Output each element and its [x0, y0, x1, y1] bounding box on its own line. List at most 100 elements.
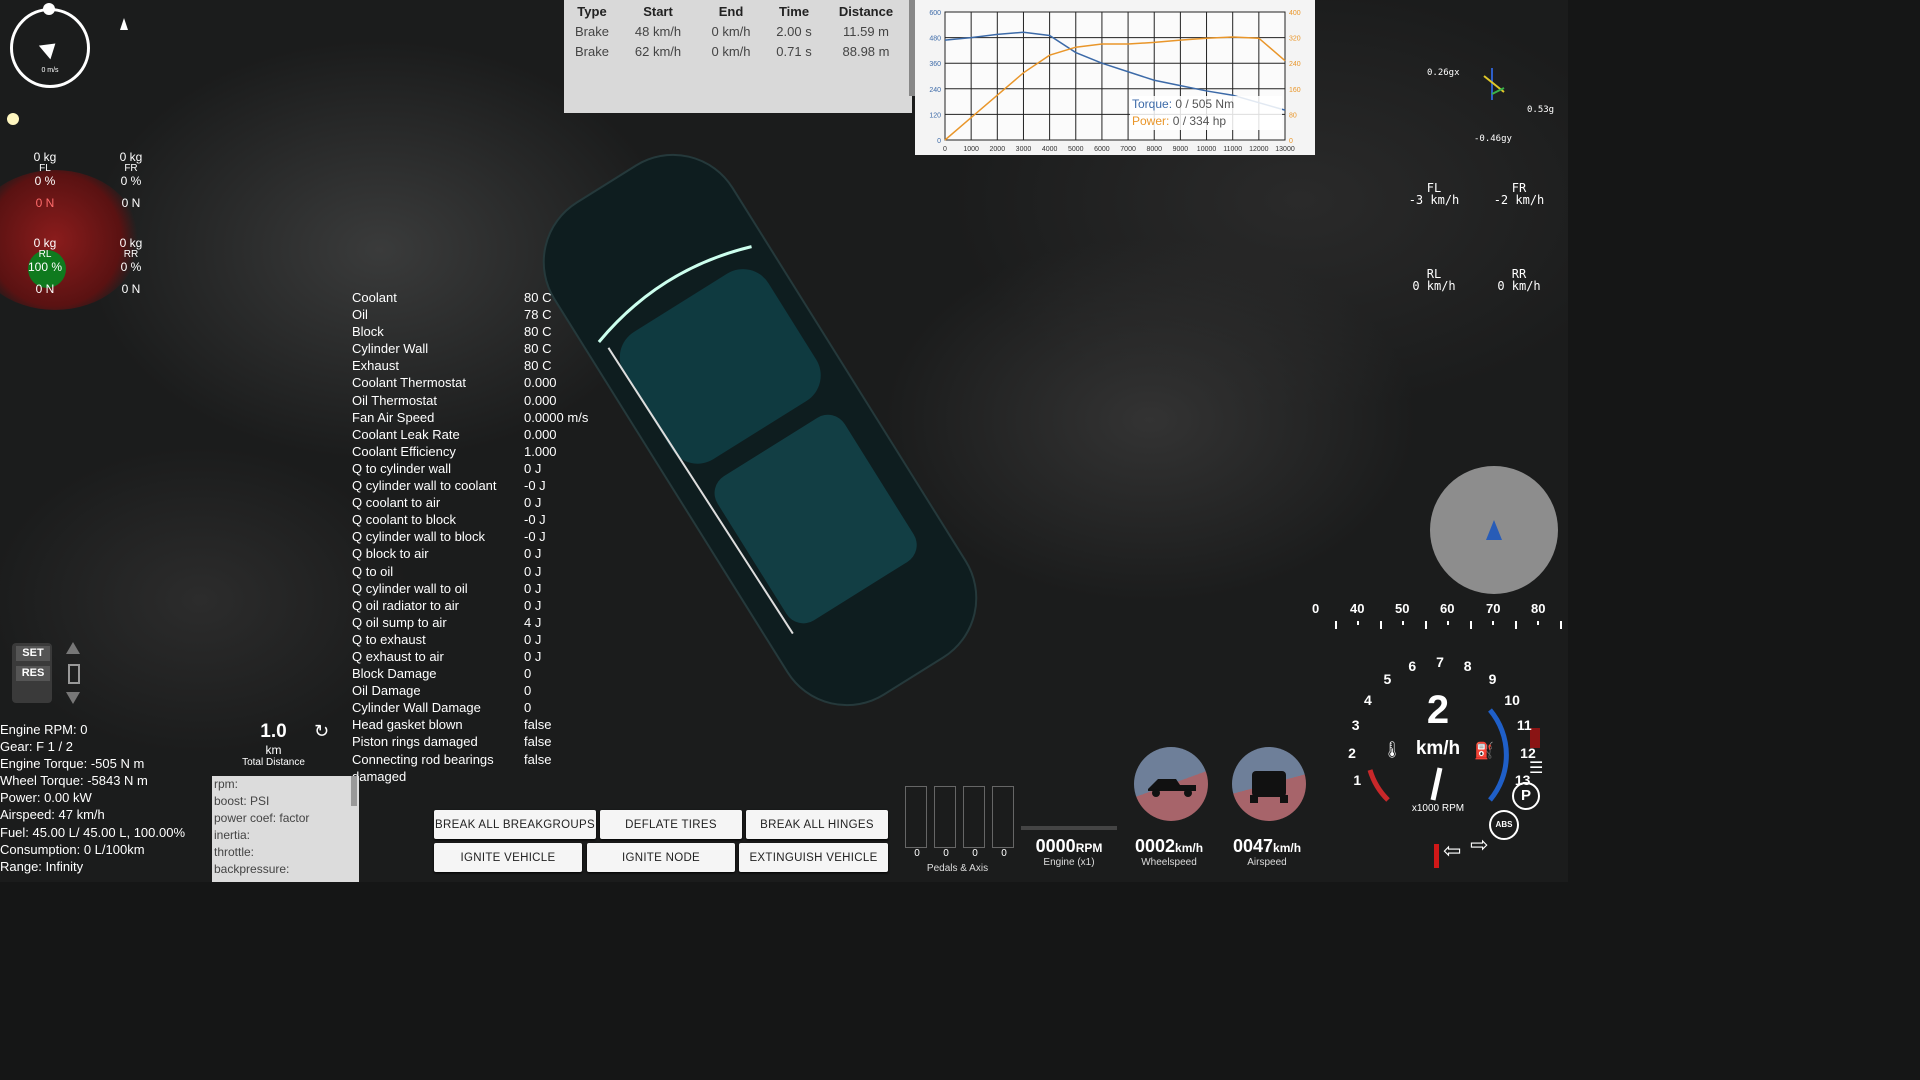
y-right-tick-label: 160 [1289, 87, 1301, 94]
compass-gauge: 0 m/s [10, 3, 90, 88]
stat-value: 80 C [524, 290, 552, 305]
ignite-node-button[interactable]: IGNITE NODE [587, 843, 735, 872]
x-tick-label: 5000 [1068, 146, 1084, 153]
pedal-value: 0 [943, 848, 949, 859]
cruise-set-button[interactable]: SET [16, 646, 50, 661]
deflate-tires-button[interactable]: DEFLATE TIRES [600, 810, 742, 839]
speed-strip-label: 60 [1440, 601, 1455, 616]
warning-bar [1434, 844, 1439, 868]
wheel-rl: 0 kg RL 100 % 0 N [0, 236, 93, 296]
minimap[interactable] [1430, 466, 1558, 594]
extinguish-vehicle-button[interactable]: EXTINGUISH VEHICLE [739, 843, 888, 872]
abs-icon: ABS [1489, 810, 1519, 840]
stat-label: Q cylinder wall to block [352, 529, 485, 545]
break-breakgroups-button[interactable]: BREAK ALL BREAKGROUPS [434, 810, 596, 839]
cruise-up-icon[interactable] [66, 642, 80, 654]
list-item: Q to cylinder wall 0 J [352, 460, 588, 477]
cruise-down-icon[interactable] [66, 692, 80, 704]
stat-label: Connecting rod bearings damaged [352, 751, 494, 784]
wheel-rr-label: RR [123, 249, 139, 260]
wheel-fl-mass: 0 kg [33, 150, 57, 164]
info-line: Power: 0.00 kW [0, 790, 92, 806]
tach-tick-label: 10 [1504, 691, 1520, 708]
y-right-tick-label: 320 [1289, 36, 1301, 43]
speed-strip-label: 0 [1312, 601, 1320, 616]
tach-tick-label: 4 [1364, 691, 1372, 708]
speed-strip: 0 40 50 60 70 80 [1312, 601, 1568, 631]
tach-tick-label: 5 [1383, 671, 1392, 688]
engine-rpm-value: 0000 [1035, 836, 1076, 856]
list-item: Q oil radiator to air 0 J [352, 597, 588, 614]
wheel-fr-label: FR [124, 163, 138, 174]
stat-label: Piston rings damaged [352, 734, 478, 750]
list-item: Q exhaust to air 0 J [352, 648, 588, 665]
y-left-tick-label: 0 [937, 138, 941, 145]
stat-value: -0 J [524, 529, 546, 545]
gforce-z: 0.53g [1527, 105, 1555, 115]
stat-value: 0 [524, 700, 532, 716]
brake-cell: 88.98 m [842, 44, 890, 59]
stat-label: Coolant Thermostat [352, 375, 466, 391]
tach-tick-label: 8 [1463, 658, 1472, 675]
boost-line: boost: PSI [214, 794, 270, 809]
stat-value: 0 J [524, 460, 542, 476]
distance-unit: km [265, 743, 282, 757]
x-tick-label: 13000 [1275, 146, 1295, 153]
ignite-vehicle-button[interactable]: IGNITE VEHICLE [434, 843, 582, 872]
wheelspeed-gauge: 0002km/h Wheelspeed [1126, 836, 1212, 868]
speed-strip-label: 70 [1486, 601, 1501, 616]
stat-value: false [524, 717, 552, 733]
stat-label: Q to exhaust [352, 631, 426, 647]
stat-value: 1.000 [524, 443, 557, 459]
wheelspeed-fl-value: -3 km/h [1408, 193, 1460, 207]
cruise-res-button[interactable]: RES [16, 666, 50, 681]
y-left-tick-label: 240 [929, 87, 941, 94]
stat-value: 0 [524, 683, 532, 699]
gforce-axis-icon [1483, 68, 1505, 100]
x-tick-label: 4000 [1042, 146, 1058, 153]
info-line: Wheel Torque: -5843 N m [0, 773, 148, 789]
wheel-fr: 0 kg FR 0 % 0 N [83, 150, 179, 210]
wheel-fr-pct: 0 % [120, 174, 142, 188]
wheel-rl-mass: 0 kg [33, 236, 57, 250]
vehicle-info-list: Engine RPM: 0 Gear: F 1 / 2 Engine Torque:… [0, 721, 185, 875]
stat-label: Q cylinder wall to coolant [352, 478, 497, 494]
stat-label: Coolant [352, 290, 397, 305]
roll-indicator [1232, 747, 1306, 821]
wheel-rr-mass: 0 kg [119, 236, 143, 250]
y-left-tick-label: 120 [929, 112, 941, 119]
x-tick-label: 8000 [1146, 146, 1162, 153]
headlight-icon: ☰ [1529, 760, 1544, 777]
stat-value: 80 C [524, 324, 552, 340]
boost-panel-scrollbar[interactable] [351, 776, 357, 806]
brake-cell: Brake [575, 44, 609, 59]
list-item: Block Damage 0 [352, 665, 588, 682]
stat-label: Cylinder Wall Damage [352, 700, 481, 716]
brake-col-time: Time [778, 4, 810, 19]
wheel-fl-pct: 0 % [34, 174, 56, 188]
stat-value: 80 C [524, 341, 552, 357]
brake-cell: 62 km/h [634, 44, 682, 59]
list-item: Head gasket blown false [352, 716, 588, 733]
gforce-y: -0.46gy [1474, 134, 1512, 144]
list-item: Oil Damage 0 [352, 682, 588, 699]
speed-strip-label: 50 [1395, 601, 1410, 616]
list-item: Coolant Efficiency 1.000 [352, 443, 588, 460]
x-tick-label: 0 [943, 146, 947, 153]
wheelspeed-rl-value: 0 km/h [1412, 279, 1456, 293]
stat-value: 0 [524, 666, 532, 682]
brake-cell: 11.59 m [842, 24, 889, 39]
stat-value: false [524, 751, 552, 767]
engine-thermals-list: Coolant 80 C Oil 78 C Block 80 C Cylinder Wall… [352, 289, 588, 785]
wheel-fl-label: FL [39, 163, 51, 174]
stat-label: Head gasket blown [352, 717, 463, 733]
temperature-icon: 🌡 [1382, 742, 1403, 759]
list-item: Q cylinder wall to oil 0 J [352, 580, 588, 597]
airspeed-unit: km/h [1273, 841, 1302, 855]
y-left-tick-label: 360 [929, 61, 941, 68]
break-hinges-button[interactable]: BREAK ALL HINGES [746, 810, 888, 839]
brake-cell: 0 km/h [711, 44, 751, 59]
boost-line: inertia: [214, 828, 251, 843]
reset-distance-icon[interactable]: ↻ [314, 721, 329, 742]
pedals-label: Pedals & Axis [926, 863, 989, 874]
